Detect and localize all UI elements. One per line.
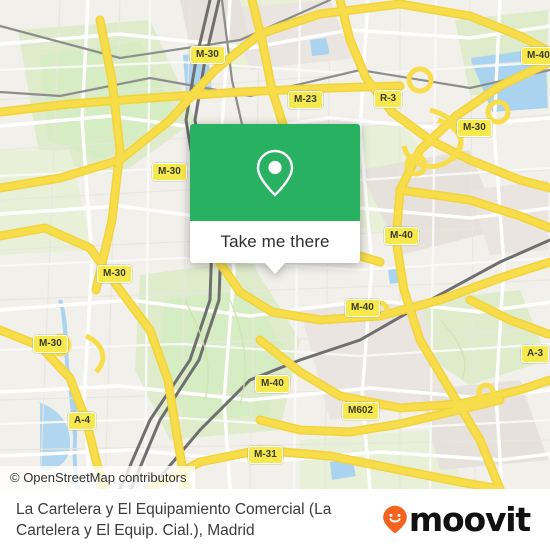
moovit-wordmark: moovit <box>408 500 531 539</box>
road-shield: M-30 <box>33 335 68 353</box>
place-title: La Cartelera y El Equipamiento Comercial… <box>16 500 332 539</box>
road-shield: M-30 <box>190 46 225 64</box>
road-shield: M-30 <box>457 119 492 137</box>
road-shield: M-30 <box>97 265 132 283</box>
road-shield: M-23 <box>288 91 323 109</box>
moovit-smiley-pin-icon <box>383 505 407 534</box>
take-me-there-button[interactable]: Take me there <box>220 232 329 252</box>
road-shield: M-40 <box>255 375 290 393</box>
road-shield: R-3 <box>374 90 403 108</box>
road-shield: M-40 <box>384 227 419 245</box>
map-attribution[interactable]: © OpenStreetMap contributors <box>0 466 195 489</box>
road-shield: M-30 <box>152 163 187 181</box>
map-page: .bg { fill:#f2f0ea; } .green { fill:#dfe… <box>0 0 550 550</box>
destination-popup[interactable]: Take me there <box>190 124 360 274</box>
map-pin-icon <box>256 149 294 197</box>
popup-header <box>190 124 360 221</box>
map-viewport[interactable]: .bg { fill:#f2f0ea; } .green { fill:#dfe… <box>0 0 550 489</box>
popup-tail-icon <box>264 262 286 274</box>
moovit-logo[interactable]: moovit <box>382 500 531 539</box>
attribution-text: © OpenStreetMap contributors <box>10 470 187 485</box>
caption-bar: La Cartelera y El Equipamiento Comercial… <box>0 489 550 550</box>
road-shield: A-4 <box>68 412 97 430</box>
popup-footer: Take me there <box>190 221 360 263</box>
road-shield: M602 <box>342 402 380 420</box>
road-shield: M-40 <box>345 299 380 317</box>
road-shield: M-31 <box>248 446 283 464</box>
road-shield: M-40 <box>521 47 550 65</box>
road-shield: A-3 <box>521 345 550 363</box>
